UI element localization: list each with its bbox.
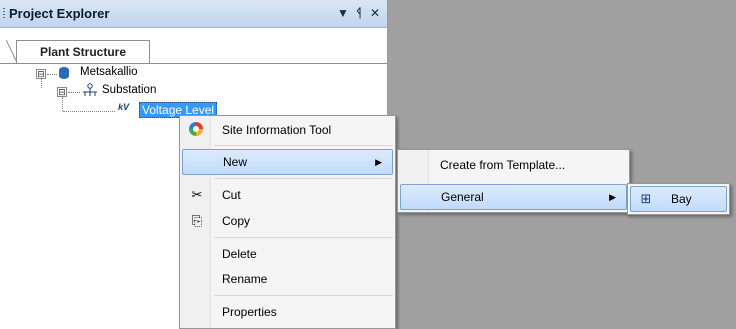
panel-titlebar: Project Explorer ▼ ᛩ ✕	[0, 0, 387, 28]
tree-connector	[62, 97, 64, 111]
menu-item-general[interactable]: General ▶	[400, 184, 627, 210]
voltage-level-icon: kV	[118, 102, 130, 112]
window-position-dropdown-icon[interactable]: ▼	[336, 4, 350, 22]
menu-item-properties[interactable]: Properties	[182, 300, 393, 324]
close-icon[interactable]: ✕	[368, 4, 382, 22]
menu-item-label: Rename	[222, 272, 268, 286]
menu-separator	[214, 237, 393, 238]
menu-item-delete[interactable]: Delete	[182, 242, 393, 266]
menu-item-bay[interactable]: ⊞ Bay	[630, 186, 727, 212]
bay-icon: ⊞	[640, 191, 652, 206]
drag-grip-icon[interactable]	[3, 8, 5, 20]
menu-item-cut[interactable]: ✂ Cut	[182, 183, 393, 207]
copy-icon: ⎘	[191, 213, 203, 228]
menu-item-label: Properties	[222, 305, 277, 319]
context-menu: Site Information Tool New ▶ ✂ Cut ⎘ Copy…	[179, 115, 396, 329]
submenu-arrow-icon: ▶	[609, 192, 616, 202]
menu-item-site-information-tool[interactable]: Site Information Tool	[182, 118, 393, 142]
auto-hide-pin-icon[interactable]: ᛩ	[352, 4, 366, 22]
tabstrip: Plant Structure	[0, 28, 387, 64]
menu-item-copy[interactable]: ⎘ Copy	[182, 209, 393, 233]
menu-item-new[interactable]: New ▶	[182, 149, 393, 175]
menu-item-label: Site Information Tool	[222, 123, 332, 137]
menu-item-label: New	[223, 155, 248, 169]
collapse-icon[interactable]: ⊟	[36, 69, 46, 79]
scissors-icon: ✂	[191, 187, 203, 202]
menu-item-label: General	[441, 190, 484, 204]
submenu-new: Create from Template... General ▶	[397, 149, 630, 213]
panel-title: Project Explorer	[9, 6, 110, 21]
menu-item-label: Create from Template...	[440, 158, 566, 172]
menu-item-label: Bay	[671, 192, 692, 206]
submenu-general: ⊞ Bay	[627, 183, 730, 215]
menu-separator	[214, 178, 393, 179]
collapse-icon[interactable]: ⊟	[57, 87, 67, 97]
tree-node-substation[interactable]: Substation	[102, 84, 156, 96]
tree-connector	[63, 111, 115, 113]
substation-icon	[83, 83, 97, 96]
submenu-arrow-icon: ▶	[375, 157, 382, 167]
menu-separator	[214, 145, 393, 146]
menu-item-label: Delete	[222, 247, 257, 261]
database-icon	[59, 67, 69, 79]
tree-node-metsakallio[interactable]: Metsakallio	[80, 66, 138, 78]
menu-item-rename[interactable]: Rename	[182, 267, 393, 291]
tab-plant-structure[interactable]: Plant Structure	[16, 40, 150, 63]
site-tool-icon	[189, 122, 203, 136]
menu-item-label: Cut	[222, 188, 241, 202]
menu-item-label: Copy	[222, 214, 251, 228]
menu-item-create-from-template[interactable]: Create from Template...	[400, 153, 627, 177]
tree-connector	[41, 79, 43, 88]
tree-connector	[47, 74, 57, 76]
tree-connector	[68, 92, 80, 94]
menu-separator	[214, 295, 393, 296]
